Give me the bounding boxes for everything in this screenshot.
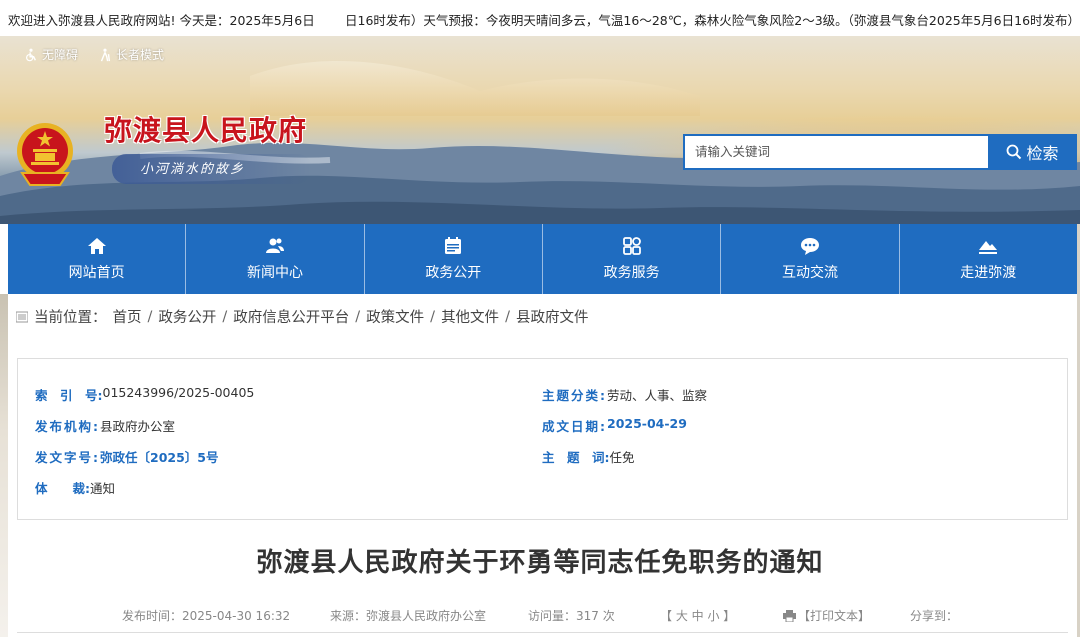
header-banner: 无障碍 长者模式 弥渡县人民政府 小河淌水的故乡 检索 xyxy=(0,36,1080,224)
info-category-row: 主题分类: 劳动、人事、监察 xyxy=(542,385,707,404)
search-icon xyxy=(1007,144,1022,160)
meta-divider xyxy=(17,632,1068,633)
info-org-value: 县政府办公室 xyxy=(100,419,176,434)
nav-item-about[interactable]: 走进弥渡 xyxy=(900,224,1077,294)
welcome-text: 欢迎进入弥渡县人民政府网站! 今天是：2025年5月6日 xyxy=(8,13,315,28)
accessibility-toggle[interactable]: 无障碍 xyxy=(24,46,78,63)
info-docno-key: 发文字号: xyxy=(35,450,100,465)
info-index-row: 索 引 号: 015243996/2025-00405 xyxy=(35,385,254,404)
view-count: 访问量：317 次 xyxy=(528,609,615,623)
breadcrumb-separator: / xyxy=(147,308,153,325)
info-docno-value: 弥政任〔2025〕5号 xyxy=(100,450,219,465)
share-label: 分享到： xyxy=(910,609,959,623)
nav-label: 互动交流 xyxy=(781,265,838,281)
breadcrumb-home[interactable]: 首页 xyxy=(113,306,142,327)
side-decoration-left xyxy=(0,294,8,637)
top-bar: 欢迎进入弥渡县人民政府网站! 今天是：2025年5月6日 日16时发布）天气预报… xyxy=(0,0,1080,36)
search-input[interactable] xyxy=(683,134,988,170)
info-date-key: 成文日期: xyxy=(542,419,607,434)
search-button[interactable]: 检索 xyxy=(988,134,1077,170)
font-size-switcher[interactable]: 【 大 中 小 】 xyxy=(660,607,735,624)
info-org-row: 发布机构: 县政府办公室 xyxy=(35,416,175,435)
source: 来源：弥渡县人民政府办公室 xyxy=(330,609,487,623)
elder-mode-label: 长者模式 xyxy=(116,48,165,62)
location-list-icon xyxy=(16,311,28,322)
wheelchair-icon xyxy=(26,48,37,61)
chat-icon xyxy=(800,238,819,255)
grid-icon xyxy=(622,237,641,255)
site-name[interactable]: 弥渡县人民政府 xyxy=(104,109,307,149)
nav-item-gov-affairs[interactable]: 政务公开 xyxy=(365,224,543,294)
print-label: 【打印文本】 xyxy=(798,609,871,623)
weather-ticker: 日16时发布）天气预报：今夜明天晴间多云，气温16～28℃，森林火险气象风险2～… xyxy=(345,13,1075,28)
nav-label: 新闻中心 xyxy=(246,265,303,281)
nav-label: 政务公开 xyxy=(425,265,482,281)
elder-mode-toggle[interactable]: 长者模式 xyxy=(98,46,164,63)
people-icon xyxy=(265,238,284,253)
info-org-key: 发布机构: xyxy=(35,419,100,434)
info-category-value: 劳动、人事、监察 xyxy=(607,388,708,403)
nav-item-news[interactable]: 新闻中心 xyxy=(186,224,365,294)
info-genre-value: 通知 xyxy=(90,481,116,496)
calendar-icon xyxy=(445,237,462,254)
nav-item-interaction[interactable]: 互动交流 xyxy=(721,224,900,294)
elder-icon xyxy=(100,48,111,61)
printer-icon xyxy=(783,609,796,622)
home-icon xyxy=(87,238,106,254)
breadcrumb-other-docs[interactable]: 其他文件 xyxy=(441,306,499,327)
document-title: 弥渡县人民政府关于环勇等同志任免职务的通知 xyxy=(256,548,824,578)
info-genre-key: 体 裁: xyxy=(35,481,90,496)
info-docno-row: 发文字号: 弥政任〔2025〕5号 xyxy=(35,447,219,466)
nav-label: 走进弥渡 xyxy=(960,265,1017,281)
national-emblem-icon xyxy=(17,123,73,186)
search-button-label: 检索 xyxy=(1026,146,1059,163)
nav-item-gov-services[interactable]: 政务服务 xyxy=(543,224,722,294)
nav-item-home[interactable]: 网站首页 xyxy=(8,224,187,294)
info-subject-row: 主 题 词: 任免 xyxy=(542,447,635,466)
breadcrumb-policy-docs[interactable]: 政策文件 xyxy=(366,306,424,327)
breadcrumb-gov-affairs[interactable]: 政务公开 xyxy=(158,306,216,327)
nav-label: 网站首页 xyxy=(68,265,125,281)
info-date-value: 2025-04-29 xyxy=(607,416,687,431)
mountain-icon xyxy=(979,241,998,254)
breadcrumb-county-docs[interactable]: 县政府文件 xyxy=(516,306,589,327)
info-category-key: 主题分类: xyxy=(542,388,607,403)
info-subject-key: 主 题 词: xyxy=(542,450,610,465)
breadcrumb-separator: / xyxy=(430,308,436,325)
breadcrumb-separator: / xyxy=(505,308,510,325)
breadcrumb-info-platform[interactable]: 政府信息公开平台 xyxy=(233,306,349,327)
breadcrumb: 当前位置： 首页 / 政务公开 / 政府信息公开平台 / 政策文件 / 其他文件… xyxy=(16,306,588,327)
main-nav: 网站首页 新闻中心 政务公开 政务服务 互动交流 走进弥渡 xyxy=(8,224,1077,294)
info-genre-row: 体 裁: 通知 xyxy=(35,478,115,497)
info-date-row: 成文日期: 2025-04-29 xyxy=(542,416,687,435)
document-info-box: 索 引 号: 015243996/2025-00405 主题分类: 劳动、人事、… xyxy=(17,358,1068,520)
breadcrumb-separator: / xyxy=(355,308,361,325)
nav-label: 政务服务 xyxy=(603,265,660,281)
breadcrumb-separator: / xyxy=(222,308,228,325)
accessibility-label: 无障碍 xyxy=(42,48,79,62)
breadcrumb-prefix: 当前位置： xyxy=(34,310,107,326)
site-slogan: 小河淌水的故乡 xyxy=(140,162,246,177)
info-subject-value: 任免 xyxy=(609,450,635,465)
info-index-value: 015243996/2025-00405 xyxy=(102,385,255,400)
info-index-key: 索 引 号: xyxy=(35,388,103,403)
publish-time: 发布时间：2025-04-30 16:32 xyxy=(122,609,291,623)
print-button[interactable]: 【打印文本】 xyxy=(783,607,870,624)
search-bar: 检索 xyxy=(683,134,1077,170)
